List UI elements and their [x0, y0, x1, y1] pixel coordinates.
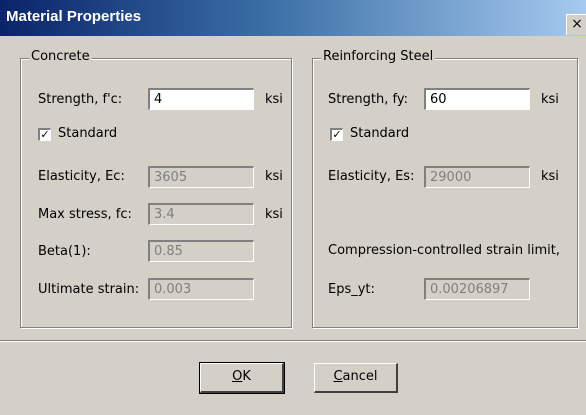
ok-label-rest: K — [242, 369, 251, 384]
concrete-max-stress-unit: ksi — [265, 207, 283, 222]
steel-group-label: Reinforcing Steel — [321, 49, 436, 64]
steel-eps-field: 0.00206897 — [424, 278, 530, 300]
concrete-strength-input[interactable]: 4 — [148, 88, 254, 110]
concrete-elasticity-label: Elasticity, Ec: — [38, 169, 125, 184]
concrete-group: Concrete Strength, f'c: 4 ksi ✓ Standard… — [20, 49, 292, 328]
checkmark-icon: ✓ — [40, 128, 50, 141]
separator-highlight — [0, 341, 586, 342]
cancel-label-rest: ancel — [342, 369, 378, 384]
steel-elasticity-label: Elasticity, Es: — [328, 169, 415, 184]
concrete-elasticity-field: 3605 — [148, 166, 254, 188]
close-button[interactable]: × — [566, 14, 586, 35]
concrete-max-stress-field: 3.4 — [148, 203, 254, 225]
close-icon: × — [571, 16, 583, 32]
checkmark-icon: ✓ — [332, 128, 342, 141]
concrete-max-stress-label: Max stress, fc: — [38, 207, 132, 222]
window-title: Material Properties — [6, 8, 142, 25]
concrete-ultimate-strain-field: 0.003 — [148, 278, 254, 300]
concrete-ultimate-strain-label: Ultimate strain: — [38, 282, 140, 297]
cancel-button[interactable]: Cancel — [314, 363, 398, 393]
cancel-mnemonic: C — [333, 369, 343, 384]
steel-elasticity-unit: ksi — [541, 169, 559, 184]
ok-mnemonic: O — [232, 369, 243, 384]
steel-elasticity-field: 29000 — [424, 166, 530, 188]
concrete-beta-label: Beta(1): — [38, 244, 91, 259]
steel-standard-label[interactable]: Standard — [350, 126, 409, 141]
ok-button[interactable]: OK — [199, 362, 285, 394]
concrete-elasticity-unit: ksi — [265, 169, 283, 184]
concrete-strength-label: Strength, f'c: — [38, 92, 123, 107]
steel-strength-unit: ksi — [541, 92, 559, 107]
steel-eps-label: Eps_yt: — [328, 282, 375, 297]
concrete-group-label: Concrete — [29, 49, 92, 64]
concrete-strength-unit: ksi — [265, 92, 283, 107]
concrete-standard-checkbox[interactable]: ✓ — [38, 128, 51, 141]
steel-strain-limit-label: Compression-controlled strain limit, — [328, 243, 560, 258]
title-bar: Material Properties × — [0, 0, 586, 36]
steel-group: Reinforcing Steel Strength, fy: 60 ksi ✓… — [312, 49, 578, 328]
steel-strength-label: Strength, fy: — [328, 92, 408, 107]
concrete-standard-label[interactable]: Standard — [58, 126, 117, 141]
steel-standard-checkbox[interactable]: ✓ — [330, 128, 343, 141]
steel-strength-input[interactable]: 60 — [424, 88, 530, 110]
concrete-beta-field: 0.85 — [148, 240, 254, 262]
